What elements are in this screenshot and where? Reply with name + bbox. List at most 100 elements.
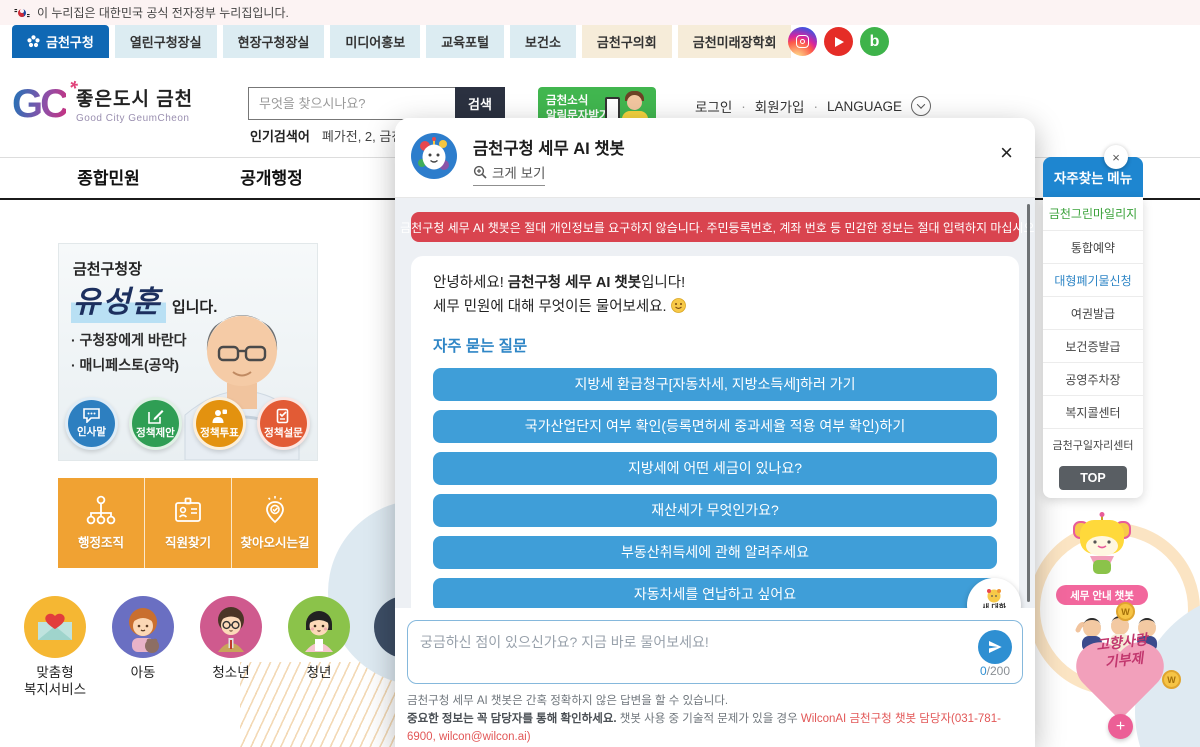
tax-bot-label: 세무 안내 챗봇 — [1056, 585, 1148, 605]
menu-item-welfare-call-center[interactable]: 복지콜센터 — [1043, 395, 1143, 428]
disclaimer-line2: 중요한 정보는 꼭 담당자를 통해 확인하세요. 챗봇 사용 중 기술적 문제가… — [407, 711, 1023, 747]
separator-dot: · — [741, 99, 746, 114]
language-link[interactable]: LANGUAGE — [827, 99, 902, 114]
children-link[interactable]: 아동 — [99, 596, 187, 682]
login-link[interactable]: 로그인 — [695, 96, 732, 116]
menu-item-job-center[interactable]: 금천구일자리센터 — [1043, 428, 1143, 461]
org-chart-icon — [85, 495, 117, 525]
tab-edu-portal[interactable]: 교육포털 — [426, 25, 504, 58]
tab-media-pr[interactable]: 미디어홍보 — [330, 25, 420, 58]
chevron-down-icon[interactable] — [911, 96, 931, 116]
tab-field-mayor-office[interactable]: 현장구청장실 — [223, 25, 325, 58]
org-chart-link[interactable]: 행정조직 — [58, 478, 144, 568]
faq-button-property-tax[interactable]: 재산세가 무엇인가요? — [433, 494, 997, 527]
chat-scrollbar[interactable] — [1027, 204, 1030, 602]
mayor-buttons: 인사말 정책제안 정책투표 — [65, 397, 310, 450]
site-logo[interactable]: GC* 좋은도시 금천 Good City GeumCheon — [12, 84, 193, 124]
menu-item-integrated-reservation[interactable]: 통합예약 — [1043, 230, 1143, 263]
tab-label: 열린구청장실 — [130, 32, 202, 51]
mayor-link-wish[interactable]: · 구청장에게 바란다 — [71, 328, 186, 353]
search-input[interactable] — [248, 87, 455, 120]
chatbot-title: 금천구청 세무 AI 챗봇 — [473, 135, 625, 159]
policy-proposal-button[interactable]: 정책제안 — [129, 397, 182, 450]
nav-item-civil-services[interactable]: 종합민원 — [27, 158, 190, 198]
tab-health-center[interactable]: 보건소 — [510, 25, 576, 58]
survey-doc-icon — [276, 408, 291, 424]
directions-link[interactable]: 찾아오시는길 — [231, 478, 318, 568]
enlarge-button[interactable]: 크게 보기 — [473, 162, 545, 186]
logo-text: 좋은도시 금천 Good City GeumCheon — [76, 84, 193, 124]
mayor-banner-title: 금천구청장 — [73, 258, 142, 279]
search-button[interactable]: 검색 — [455, 87, 505, 120]
nav-item-open-administration[interactable]: 공개행정 — [190, 158, 353, 198]
menu-item-green-mileage[interactable]: 금천그린마일리지 — [1043, 197, 1143, 230]
new-chat-label: 새 대화시작하기 — [979, 603, 1008, 608]
tax-guide-chatbot-float[interactable]: 세무 안내 챗봇 — [1052, 512, 1152, 605]
tab-label: 금천구청 — [46, 32, 94, 51]
pencil-square-icon — [148, 408, 164, 424]
youtube-icon[interactable] — [824, 27, 853, 56]
faq-button-local-tax-types[interactable]: 지방세에 어떤 세금이 있나요? — [433, 452, 997, 485]
speech-bubble-icon — [83, 408, 100, 423]
blog-icon[interactable]: b — [860, 27, 889, 56]
greeting-button[interactable]: 인사말 — [65, 397, 118, 450]
audience-label: 청소년 — [187, 665, 275, 682]
send-button[interactable] — [978, 630, 1012, 664]
tab-label: 보건소 — [525, 32, 561, 51]
menu-item-health-certificate[interactable]: 보건증발급 — [1043, 329, 1143, 362]
coin-icon: W — [1116, 602, 1135, 621]
tab-open-mayor-office[interactable]: 열린구청장실 — [115, 25, 217, 58]
faq-button-refund[interactable]: 지방세 환급청구[자동차세, 지방소득세]하러 가기 — [433, 368, 997, 401]
donation-plus-button[interactable]: + — [1108, 714, 1133, 739]
tax-chatbot-modal: 금천구청 세무 AI 챗봇 크게 보기 × 금천구청 세무 AI 챗봇은 절대 … — [395, 118, 1035, 747]
chevron-shape — [917, 100, 925, 108]
signup-link[interactable]: 회원가입 — [755, 96, 805, 116]
blog-letter: b — [870, 33, 880, 51]
young-adult-link[interactable]: 청년 — [275, 596, 363, 682]
hometown-donation-float[interactable]: 고향사랑기부제 W W + — [1058, 612, 1188, 747]
menu-item-bulky-waste[interactable]: 대형폐기물신청 — [1043, 263, 1143, 296]
warning-text: 금천구청 세무 AI 챗봇은 절대 개인정보를 요구하지 않습니다. 주민등록번… — [400, 219, 1035, 236]
disclaimer-line1: 금천구청 세무 AI 챗봇은 간혹 정확하지 않은 답변을 할 수 있습니다. — [407, 693, 1023, 711]
tab-label: 현장구청장실 — [238, 32, 310, 51]
utility-links: 로그인 · 회원가입 · LANGUAGE — [695, 96, 931, 116]
close-icon[interactable]: × — [1000, 142, 1013, 164]
chat-disclaimer: 금천구청 세무 AI 챗봇은 간혹 정확하지 않은 답변을 할 수 있습니다. … — [407, 693, 1023, 747]
menu-item-public-parking[interactable]: 공영주차장 — [1043, 362, 1143, 395]
mayor-name: 유성훈 — [71, 277, 166, 323]
page: 이 누리집은 대한민국 공식 전자정부 누리집입니다. 금천구청 열린구청장실 … — [0, 0, 1200, 747]
policy-survey-button[interactable]: 정책설문 — [257, 397, 310, 450]
button-label: 정책투표 — [200, 425, 239, 440]
quick-menu-close-icon[interactable]: × — [1104, 145, 1128, 169]
mayor-banner[interactable]: 금천구청장 유성훈 입니다. · 구청장에게 바란다 · 매니페스토(공약) 인… — [58, 243, 318, 461]
instagram-icon[interactable] — [788, 27, 817, 56]
family-site-nav: 금천구청 열린구청장실 현장구청장실 미디어홍보 교육포털 보건소 금천구의회 … — [0, 25, 1200, 58]
tab-future-scholarship[interactable]: 금천미래장학회 — [678, 25, 792, 58]
mayor-link-manifesto[interactable]: · 매니페스토(공약) — [71, 353, 186, 378]
staff-search-link[interactable]: 직원찾기 — [144, 478, 231, 568]
tab-label: 금천미래장학회 — [693, 32, 777, 51]
gov-banner-text: 이 누리집은 대한민국 공식 전자정부 누리집입니다. — [37, 4, 289, 21]
scroll-top-button[interactable]: TOP — [1059, 466, 1127, 490]
chat-input[interactable] — [408, 621, 1022, 683]
tab-gu-council[interactable]: 금천구의회 — [582, 25, 672, 58]
menu-item-passport[interactable]: 여권발급 — [1043, 296, 1143, 329]
faq-button-acquisition-tax[interactable]: 부동산취득세에 관해 알려주세요 — [433, 536, 997, 569]
welfare-service-link[interactable]: 맞춤형복지서비스 — [11, 596, 99, 699]
young-adult-icon — [288, 596, 350, 658]
separator-dot: · — [813, 99, 818, 114]
faq-button-industrial-complex[interactable]: 국가산업단지 여부 확인(등록면허세 중과세율 적용 여부 확인)하기 — [433, 410, 997, 443]
policy-vote-button[interactable]: 정책투표 — [193, 397, 246, 450]
audience-label: 아동 — [99, 665, 187, 682]
faq-button-car-tax-prepay[interactable]: 자동차세를 연납하고 싶어요 — [433, 578, 997, 608]
search-box: 검색 — [248, 87, 505, 120]
logo-title: 좋은도시 금천 — [76, 84, 193, 111]
korean-flag-icon — [14, 7, 30, 19]
smile-emoji-icon — [671, 298, 686, 313]
coin-icon: W — [1162, 670, 1181, 689]
char-counter: 0/200 — [980, 664, 1010, 678]
youth-teen-link[interactable]: 청소년 — [187, 596, 275, 682]
chatbot-avatar — [411, 133, 457, 179]
tab-geumcheon-gu[interactable]: 금천구청 — [12, 25, 109, 58]
instagram-frame — [796, 35, 809, 48]
